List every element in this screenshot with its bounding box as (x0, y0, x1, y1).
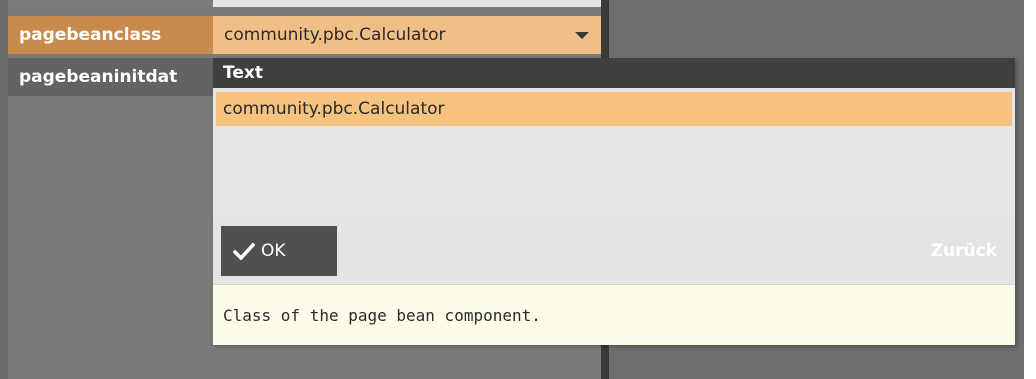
back-button[interactable]: Zurück (931, 226, 997, 276)
top-strip-light (213, 0, 601, 7)
option-row[interactable]: community.pbc.Calculator (216, 92, 1012, 126)
chevron-down-icon[interactable] (575, 32, 589, 39)
pagebeanclass-value-select[interactable]: community.pbc.Calculator (213, 16, 601, 54)
property-description: Class of the page bean component. (213, 284, 1015, 345)
ok-button-label: OK (261, 241, 286, 261)
selected-value-text: community.pbc.Calculator (224, 25, 446, 45)
ok-button[interactable]: OK (221, 226, 337, 276)
checkmark-icon (233, 242, 255, 261)
value-picker-popup: Text community.pbc.Calculator OK Zurück … (213, 58, 1015, 345)
property-name-pagebeaninitdat[interactable]: pagebeaninitdat (8, 58, 213, 96)
popup-header: Text (213, 58, 1015, 88)
options-list: community.pbc.Calculator (213, 88, 1015, 218)
popup-toolbar: OK Zurück (213, 218, 1015, 278)
property-name-pagebeanclass[interactable]: pagebeanclass (8, 16, 213, 54)
